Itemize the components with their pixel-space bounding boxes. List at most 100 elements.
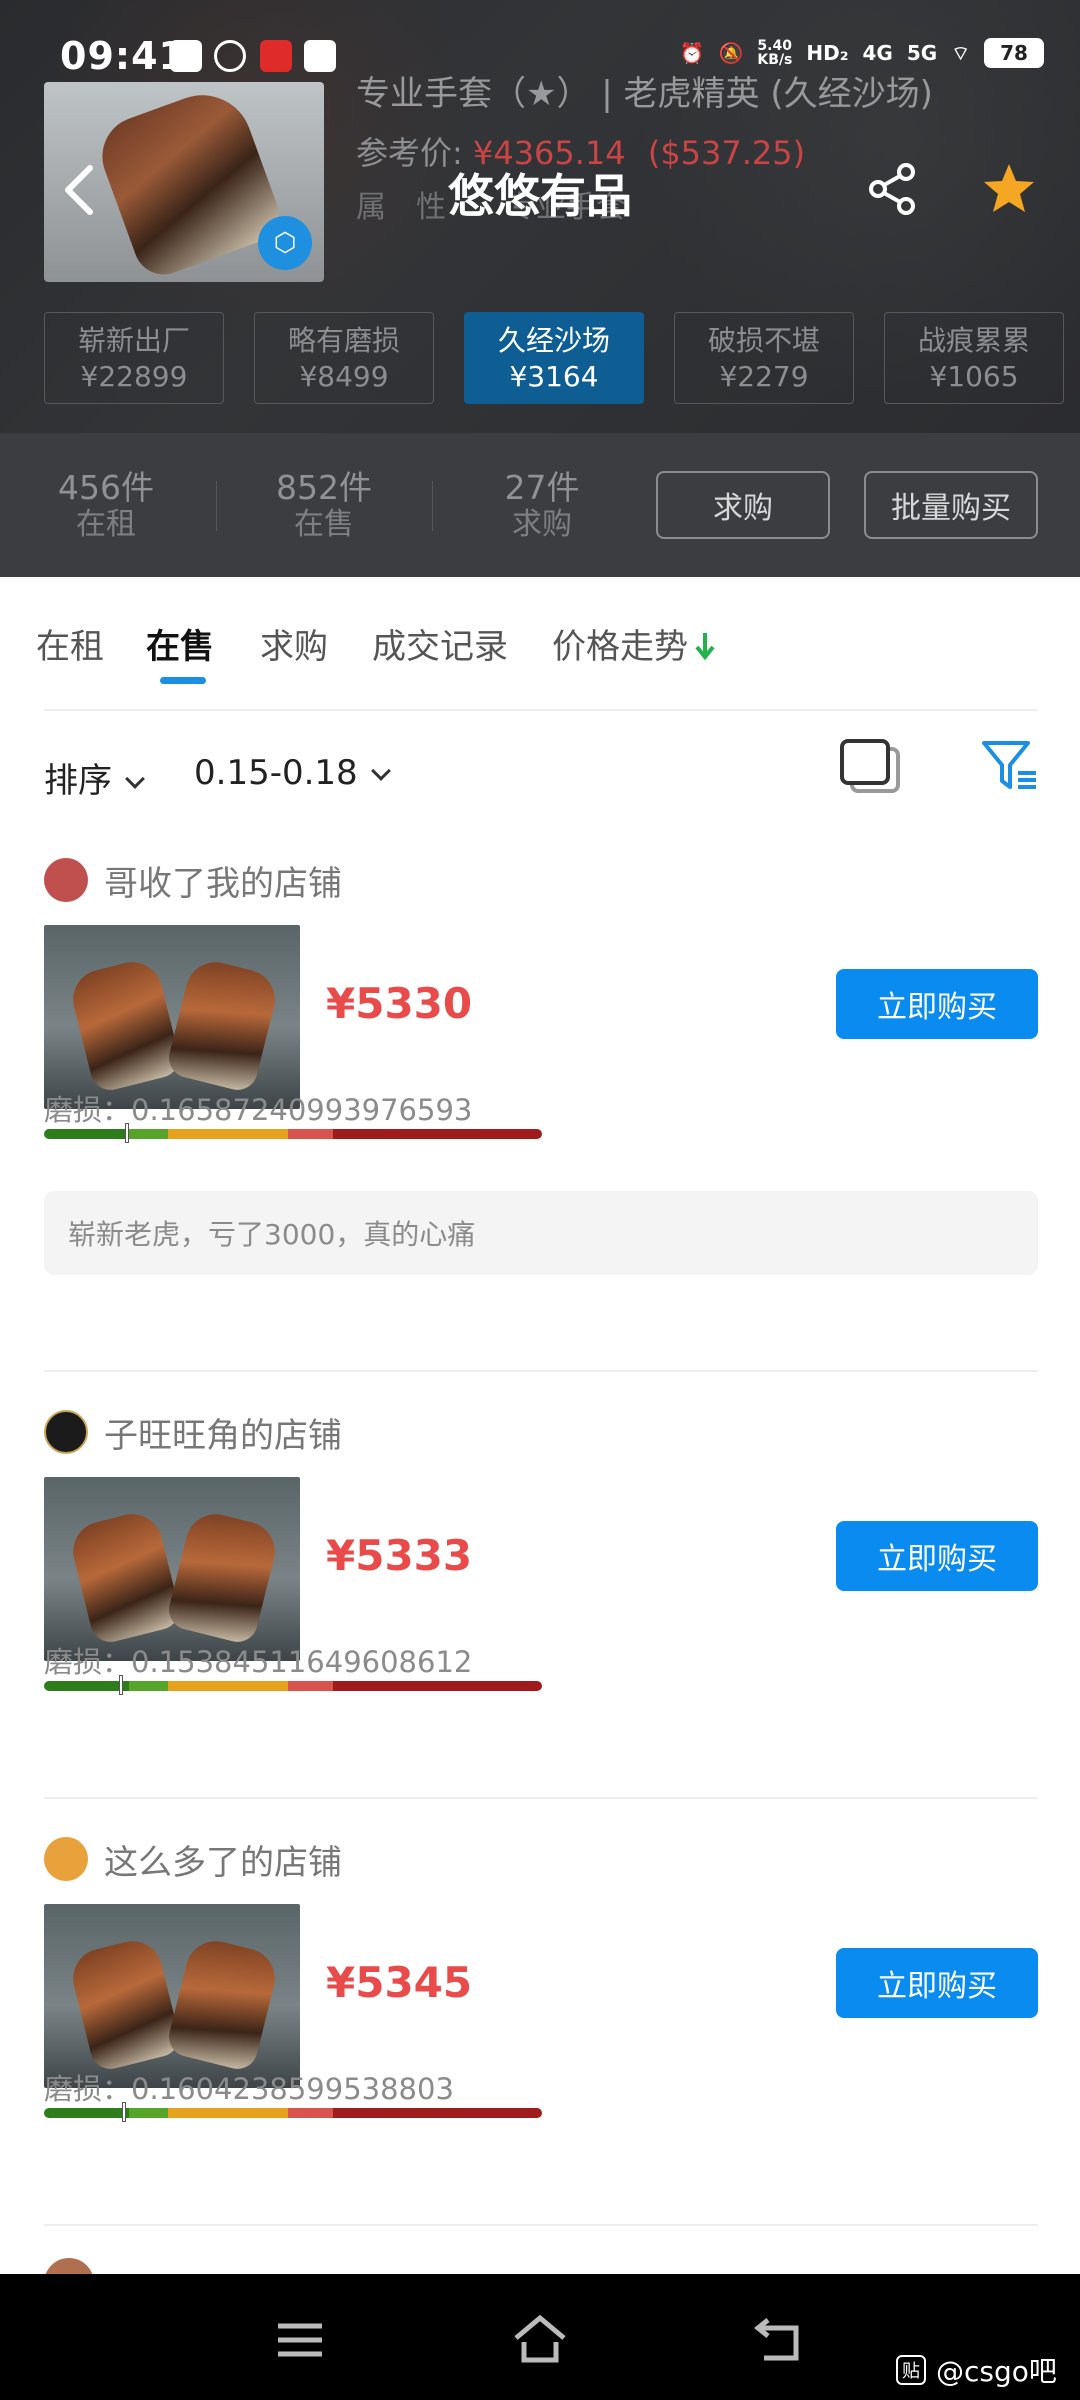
share-icon[interactable] [866, 162, 920, 216]
chevron-down-icon [370, 761, 391, 781]
wear-tab-price: ¥2279 [719, 360, 809, 393]
status-bar: 09:41 ⏰ 🔕 5.40 KB/s HD₂ 4G 5G ⌔ 78 [0, 28, 1080, 88]
stat-rent[interactable]: 456件 在租 [16, 469, 196, 543]
wear-marker [124, 1123, 129, 1143]
wear-value: 0.15384511649608612 [131, 1645, 473, 1679]
divider [44, 2224, 1038, 2226]
alarm-icon: ⏰ [679, 41, 705, 65]
buy-now-button[interactable]: 立即购买 [836, 1521, 1038, 1591]
mute-icon: 🔕 [718, 41, 744, 65]
avatar [44, 858, 88, 902]
listing-price: ¥5330 [326, 979, 473, 1028]
signal-4g: 4G [862, 41, 893, 65]
divider [216, 481, 217, 531]
wear-range-label: 0.15-0.18 [194, 753, 358, 793]
stat-sale[interactable]: 852件 在售 [234, 469, 414, 543]
wear-tab-name: 战痕累累 [917, 324, 1030, 357]
watermark: 贴 @csgo吧 [896, 2350, 1057, 2390]
listing-tabs: 在租 在售 求购 成交记录 价格走势 [0, 577, 1080, 711]
signal-5g: 5G [906, 41, 938, 65]
wear-tab-name: 破损不堪 [707, 324, 820, 357]
stat-buy-label: 求购 [512, 507, 572, 542]
favorite-star-icon[interactable] [980, 160, 1038, 218]
filter-icon[interactable] [980, 735, 1040, 795]
tieba-badge: 贴 [896, 2355, 926, 2385]
wear-tabs: 崭新出厂 ¥22899 略有磨损 ¥8499 久经沙场 ¥3164 破损不堪 ¥… [44, 312, 1064, 404]
divider [432, 481, 433, 531]
wear-float: 磨损：0.1604238599538803 [44, 2066, 454, 2108]
avatar [44, 1837, 88, 1881]
tab-rent[interactable]: 在租 [36, 619, 104, 668]
bulk-buy-button[interactable]: 批量购买 [864, 471, 1038, 539]
sort-dropdown[interactable]: 排序 [44, 753, 145, 802]
seller-info[interactable]: 这么多了的店铺 [44, 1834, 342, 1884]
active-tab-indicator [160, 677, 206, 684]
wear-float: 磨损：0.16587240993976593 [44, 1087, 472, 1129]
watermark-text: @csgo吧 [936, 2355, 1057, 2388]
wear-tab-name: 略有磨损 [287, 324, 400, 357]
tab-on-sale[interactable]: 在售 [146, 619, 214, 668]
skin-image[interactable] [44, 1477, 300, 1661]
trend-down-icon [695, 633, 715, 661]
back-icon[interactable] [752, 2312, 808, 2368]
seller-name: 这么多了的店铺 [104, 1842, 342, 1883]
tab-buy-requests[interactable]: 求购 [260, 619, 328, 668]
hd-icon: HD₂ [806, 41, 849, 65]
buy-request-button[interactable]: 求购 [656, 471, 830, 539]
buy-now-button[interactable]: 立即购买 [836, 969, 1038, 1039]
seller-name: 子旺旺角的店铺 [104, 1415, 342, 1456]
wear-tab-factory-new[interactable]: 崭新出厂 ¥22899 [44, 312, 224, 404]
seller-info[interactable]: 子旺旺角的店铺 [44, 1407, 342, 1457]
wear-label: 磨损： [44, 2072, 132, 2106]
wear-value: 0.16587240993976593 [131, 1093, 473, 1127]
wear-tab-name: 久经沙场 [497, 324, 610, 357]
wear-float: 磨损：0.15384511649608612 [44, 1639, 472, 1681]
listing-item: 哥收了我的店铺 ¥5330 立即购买 磨损：0.1658724099397659… [0, 855, 1080, 1375]
wear-tab-name: 崭新出厂 [77, 324, 190, 357]
stat-sale-label: 在售 [294, 507, 354, 542]
tab-price-trend[interactable]: 价格走势 [552, 619, 688, 668]
avatar [44, 1410, 88, 1454]
wear-bar [44, 2108, 542, 2118]
seller-info[interactable]: 哥收了我的店铺 [44, 855, 342, 905]
item-header: 09:41 ⏰ 🔕 5.40 KB/s HD₂ 4G 5G ⌔ 78 ⬡ 专业手… [0, 0, 1080, 433]
stat-buy-count: 27件 [504, 468, 580, 507]
seller-note: 崭新老虎，亏了3000，真的心痛 [44, 1191, 1038, 1275]
wear-marker [118, 1675, 123, 1695]
skin-image[interactable] [44, 1904, 300, 2088]
tab-trade-history[interactable]: 成交记录 [372, 619, 508, 668]
wear-tab-price: ¥22899 [80, 360, 188, 393]
wear-tab-price: ¥3164 [509, 360, 599, 393]
wear-tab-well-worn[interactable]: 破损不堪 ¥2279 [674, 312, 854, 404]
wechat-icon [214, 40, 246, 72]
wear-tab-price: ¥8499 [299, 360, 389, 393]
menu-icon[interactable] [272, 2312, 328, 2368]
wear-label: 磨损： [44, 1645, 132, 1679]
gallery-view-icon[interactable] [838, 737, 902, 795]
buy-now-button[interactable]: 立即购买 [836, 1948, 1038, 2018]
seller-name: 哥收了我的店铺 [104, 863, 342, 904]
skin-image[interactable] [44, 925, 300, 1109]
listing-price: ¥5333 [326, 1531, 473, 1580]
battery-icon: 78 [984, 38, 1044, 68]
stat-buy[interactable]: 27件 求购 [452, 469, 632, 543]
home-icon[interactable] [512, 2312, 568, 2368]
wear-label: 磨损： [44, 1093, 132, 1127]
listing-item: 这么多了的店铺 ¥5345 立即购买 磨损：0.1604238599538803 [0, 1834, 1080, 2214]
notification-icon [170, 40, 202, 72]
wear-range-dropdown[interactable]: 0.15-0.18 [194, 753, 391, 793]
wear-bar [44, 1129, 542, 1139]
wear-marker [121, 2102, 126, 2122]
filter-row: 排序 0.15-0.18 [0, 711, 1080, 831]
divider [44, 1797, 1038, 1799]
status-right: ⏰ 🔕 5.40 KB/s HD₂ 4G 5G ⌔ 78 [680, 38, 1044, 68]
wear-tab-price: ¥1065 [929, 360, 1019, 393]
wear-tab-minimal-wear[interactable]: 略有磨损 ¥8499 [254, 312, 434, 404]
stat-sale-count: 852件 [276, 468, 372, 507]
listing-item: 子旺旺角的店铺 ¥5333 立即购买 磨损：0.1538451164960861… [0, 1407, 1080, 1787]
wear-tab-field-tested[interactable]: 久经沙场 ¥3164 [464, 312, 644, 404]
stat-rent-label: 在租 [76, 507, 136, 542]
chevron-down-icon [125, 769, 145, 789]
wear-tab-battle-scarred[interactable]: 战痕累累 ¥1065 [884, 312, 1064, 404]
divider [44, 1370, 1038, 1372]
